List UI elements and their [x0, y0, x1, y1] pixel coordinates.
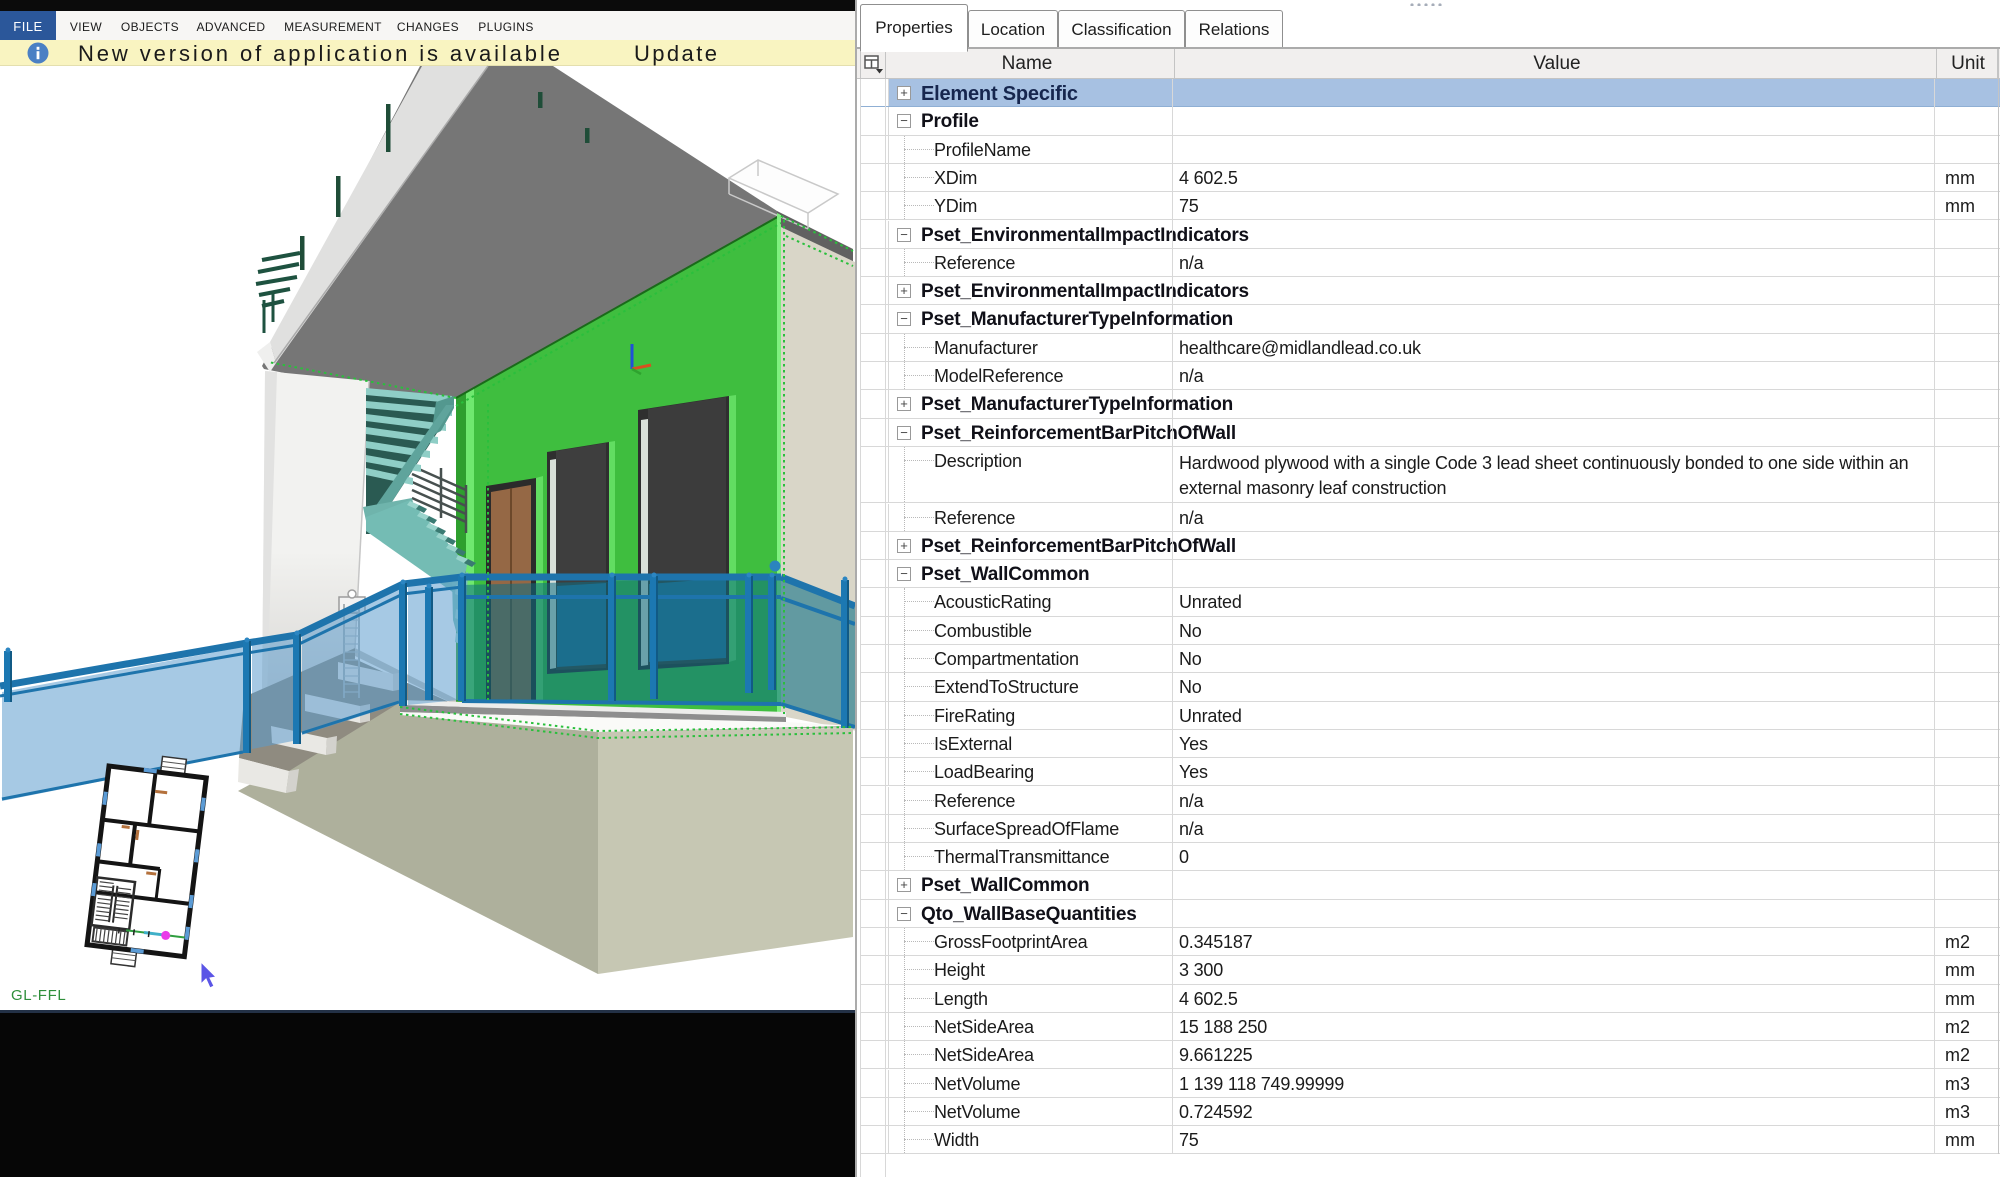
svg-text:OBJECTS: OBJECTS [121, 20, 179, 34]
svg-text:New version of application is: New version of application is available [78, 41, 563, 66]
svg-text:PLUGINS: PLUGINS [478, 20, 533, 34]
svg-text:ADVANCED: ADVANCED [197, 20, 266, 34]
svg-text:Update: Update [634, 41, 719, 66]
svg-text:FILE: FILE [13, 19, 42, 34]
svg-text:CHANGES: CHANGES [397, 20, 459, 34]
svg-text:MEASUREMENT: MEASUREMENT [284, 20, 382, 34]
svg-text:VIEW: VIEW [70, 20, 103, 34]
svg-text:GL-FFL: GL-FFL [11, 987, 66, 1004]
